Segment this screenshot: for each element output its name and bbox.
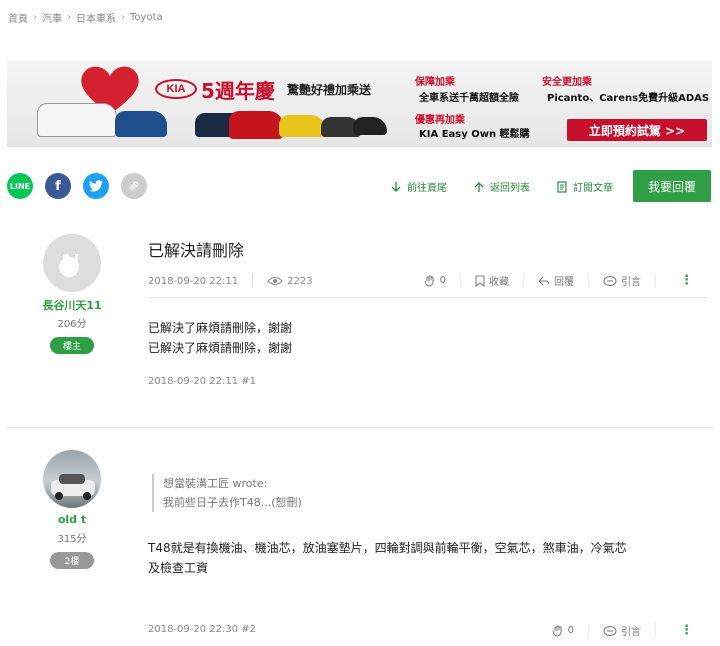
promo-heading: 安全更加乘: [542, 77, 592, 88]
quote-text: 我前些日子去作T48...(恕刪): [163, 496, 302, 509]
copy-link-icon[interactable]: [121, 173, 147, 199]
car-image: [115, 111, 167, 137]
quote-label: 引言: [621, 627, 641, 638]
more-options-icon[interactable]: ⋮: [655, 623, 707, 638]
favorite-label: 收藏: [489, 277, 509, 288]
go-to-last-page-button[interactable]: 前往頁尾: [390, 179, 447, 194]
avatar[interactable]: [43, 450, 101, 508]
back-to-list-button[interactable]: 返回列表: [473, 179, 530, 194]
favorite-button[interactable]: 收藏: [460, 273, 523, 288]
author-points: 206分: [57, 319, 87, 330]
quote-button[interactable]: 引言: [588, 623, 655, 638]
avatar[interactable]: [43, 234, 101, 292]
car-image: [279, 115, 325, 137]
kia-logo: KIA: [155, 79, 197, 99]
car-image: [353, 117, 387, 135]
like-button[interactable]: 0: [538, 625, 588, 637]
like-count: 0: [439, 275, 446, 286]
post-body: 已解決了麻煩請刪除，謝謝 已解決了麻煩請刪除，謝謝: [148, 318, 292, 358]
go-to-last-page-label: 前往頁尾: [407, 183, 447, 194]
arrow-up-icon: [474, 181, 484, 192]
post-divider: [7, 427, 713, 428]
chevron-right-icon: ›: [121, 12, 125, 23]
post-datetime: 2018-09-20 22:11: [148, 275, 239, 287]
breadcrumb-home[interactable]: 首頁: [8, 10, 28, 25]
divider: [148, 297, 707, 298]
promo-heading: 保障加乘: [415, 77, 455, 88]
floor-badge: 樓主: [50, 337, 94, 354]
quote-icon: [603, 275, 617, 286]
author-points: 315分: [57, 534, 87, 545]
share-bar: LINE f: [7, 173, 147, 199]
car-image: [229, 111, 283, 139]
bookmark-icon: [475, 275, 485, 287]
chevron-right-icon: ›: [33, 12, 37, 23]
thread-toolbar: 前往頁尾 返回列表 訂閱文章: [390, 179, 613, 194]
subscribe-button[interactable]: 訂閱文章: [556, 179, 613, 194]
post-body-line: T48就是有換機油、機油芯，放油塞墊片，四輪對調與前輪平衡，空氣芯，煞車油，冷氣…: [148, 541, 627, 555]
back-to-list-label: 返回列表: [490, 183, 530, 194]
author-name[interactable]: 長谷川天11: [20, 297, 124, 313]
post-body: T48就是有換機油、機油芯，放油塞墊片，四輪對調與前輪平衡，空氣芯，煞車油，冷氣…: [148, 538, 627, 578]
like-count: 0: [567, 625, 574, 636]
post-actions: 0 收藏 回覆 引言 ⋮: [410, 273, 707, 288]
promo-text: KIA Easy Own 輕鬆購: [419, 129, 530, 140]
post-footer: 2018-09-20 22:11 #1: [148, 376, 257, 387]
breadcrumb: 首頁 › 汽車 › 日本車系 › Toyota: [8, 10, 163, 25]
author-name[interactable]: old t: [20, 513, 124, 526]
default-avatar-icon: [59, 254, 79, 277]
quote-author: 想當裝潢工匠 wrote:: [163, 477, 268, 490]
anniversary-text: 5週年慶: [201, 79, 275, 103]
subscribe-label: 訂閱文章: [573, 183, 613, 194]
breadcrumb-toyota[interactable]: Toyota: [130, 12, 163, 23]
test-drive-cta[interactable]: 立即預約試駕 >>: [567, 119, 707, 141]
post-title: 已解決請刪除: [148, 241, 245, 260]
like-button[interactable]: 0: [410, 275, 460, 287]
eye-icon: [267, 277, 283, 285]
ad-banner[interactable]: KIA 5週年慶 驚艷好禮加乘送 保障加乘 全車系送千萬超額全險 安全更加乘 P…: [7, 61, 712, 147]
line-share-icon[interactable]: LINE: [7, 173, 33, 199]
tagline: 驚艷好禮加乘送: [287, 83, 372, 97]
post-body-line: 及檢查工資: [148, 561, 209, 575]
more-options-icon[interactable]: ⋮: [655, 273, 707, 288]
reply-icon: [538, 276, 550, 285]
car-photo-avatar: [51, 474, 95, 500]
post-meta: 2018-09-20 22:11 2223: [148, 274, 313, 288]
floor-badge: 2樓: [50, 552, 94, 569]
post-body-line: 已解決了麻煩請刪除，謝謝: [148, 321, 293, 335]
quote-label: 引言: [621, 277, 641, 288]
twitter-share-icon[interactable]: [83, 173, 109, 199]
breadcrumb-japanese[interactable]: 日本車系: [76, 10, 116, 25]
promo-heading: 優惠再加乘: [415, 115, 465, 126]
promo-text: Picanto、Carens免費升級ADAS: [547, 93, 710, 104]
post-body-line: 已解決了麻煩請刪除，謝謝: [148, 341, 293, 355]
reply-label: 回覆: [554, 277, 574, 288]
quote-icon: [603, 625, 617, 636]
facebook-share-icon[interactable]: f: [45, 173, 71, 199]
reply-post-button[interactable]: 回覆: [523, 273, 588, 288]
divider: [252, 274, 254, 288]
reply-button[interactable]: 我要回覆: [633, 170, 711, 202]
arrow-down-icon: [391, 181, 401, 192]
breadcrumb-cars[interactable]: 汽車: [42, 10, 62, 25]
hand-icon: [424, 275, 434, 287]
car-image: [37, 103, 117, 137]
chevron-right-icon: ›: [67, 12, 71, 23]
quote-button[interactable]: 引言: [588, 273, 655, 288]
view-count: 2223: [287, 275, 313, 287]
hand-icon: [552, 625, 562, 637]
post-footer: 2018-09-20 22:30 #2: [148, 624, 257, 635]
quoted-reply: 想當裝潢工匠 wrote: 我前些日子去作T48...(恕刪): [152, 474, 302, 512]
document-icon: [557, 180, 567, 193]
promo-text: 全車系送千萬超額全險: [419, 93, 519, 104]
post-actions: 0 引言 ⋮: [538, 623, 707, 638]
